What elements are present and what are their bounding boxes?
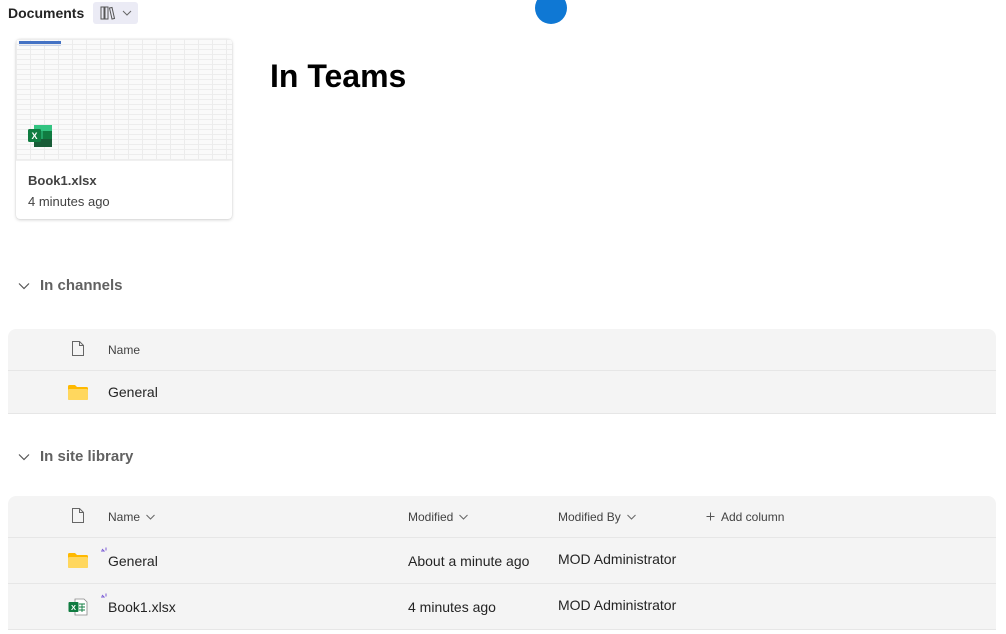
view-switcher-button[interactable] (93, 2, 139, 24)
item-modified-by: MOD Administrator (558, 597, 677, 613)
chevron-down-icon (146, 514, 155, 520)
site-library-table: Name Modified Modified By Add column Gen… (8, 496, 996, 630)
svg-text:X: X (31, 131, 37, 141)
modified-column-header[interactable]: Modified (408, 496, 469, 537)
table-row[interactable]: X Book1.xlsx 4 minutes ago MOD Administr… (8, 584, 996, 630)
section-label: In channels (40, 277, 123, 294)
table-row[interactable]: General About a minute ago MOD Administr… (8, 538, 996, 584)
add-column-label: Add column (721, 509, 785, 524)
item-name[interactable]: Book1.xlsx (108, 599, 176, 615)
top-bar: Documents (8, 2, 139, 24)
channels-table: Name General (8, 329, 996, 414)
library-icon (100, 6, 116, 20)
recent-file-name[interactable]: Book1.xlsx (28, 173, 97, 188)
item-name-cell: General (101, 538, 158, 583)
file-icon (71, 507, 85, 527)
plus-icon (706, 512, 715, 521)
file-type-column-header[interactable] (66, 329, 90, 370)
cursor-indicator (535, 0, 567, 24)
chevron-down-icon (459, 514, 469, 520)
item-modified: 4 minutes ago (408, 598, 496, 615)
item-modified: About a minute ago (408, 552, 530, 569)
table-header-row: Name Modified Modified By Add column (8, 496, 996, 538)
file-type-column-header[interactable] (66, 496, 90, 537)
excel-icon: X (28, 125, 52, 152)
table-row[interactable]: General (8, 371, 996, 414)
page-title: In Teams (270, 58, 407, 94)
chevron-down-icon (16, 449, 32, 465)
chevron-down-icon (16, 278, 32, 294)
new-item-icon (100, 590, 110, 606)
modified-by-column-header[interactable]: Modified By (558, 496, 636, 537)
name-column-header[interactable]: Name (108, 329, 140, 370)
column-label: Name (108, 509, 141, 524)
new-item-icon (100, 544, 110, 560)
table-header-row: Name (8, 329, 996, 371)
section-toggle-site-library[interactable]: In site library (16, 448, 133, 465)
section-label: In site library (40, 448, 134, 465)
item-name[interactable]: General (108, 553, 158, 569)
chevron-down-icon (626, 514, 636, 520)
svg-text:X: X (71, 603, 76, 612)
column-label: Modified By (558, 509, 621, 524)
file-icon (71, 340, 85, 360)
add-column-button[interactable]: Add column (706, 496, 784, 537)
folder-icon (66, 538, 90, 583)
file-thumbnail: X (16, 39, 232, 161)
recent-file-card[interactable]: X Book1.xlsx 4 minutes ago (16, 39, 232, 219)
item-modified-by: MOD Administrator (558, 551, 677, 567)
chevron-down-icon (122, 10, 132, 16)
excel-file-icon: X (66, 584, 90, 629)
section-toggle-channels[interactable]: In channels (16, 277, 123, 294)
item-name[interactable]: General (108, 371, 158, 413)
column-label: Modified (408, 509, 454, 524)
recent-file-modified: 4 minutes ago (28, 194, 110, 209)
item-name-cell: Book1.xlsx (101, 584, 176, 629)
folder-icon (66, 371, 90, 413)
name-column-header[interactable]: Name (108, 496, 155, 537)
library-title: Documents (8, 5, 85, 21)
